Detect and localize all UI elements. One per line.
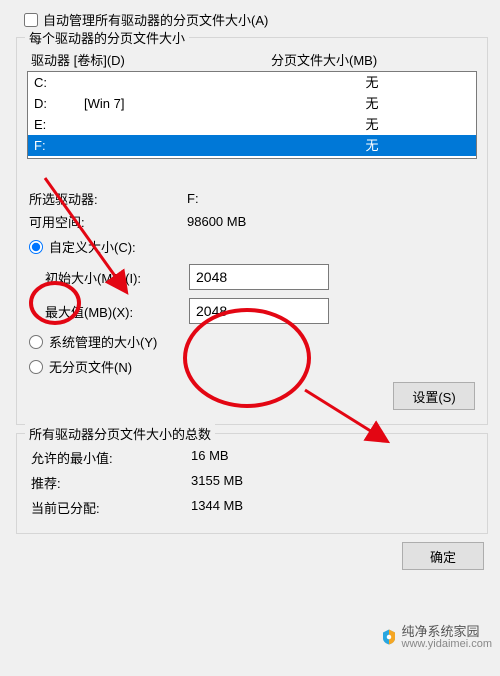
custom-size-label[interactable]: 自定义大小(C):: [49, 237, 136, 256]
totals-group-title: 所有驱动器分页文件大小的总数: [25, 424, 215, 443]
drive-pagefile-size: 无: [274, 115, 470, 134]
no-paging-radio[interactable]: [29, 360, 43, 374]
recommended-row: 推荐: 3155 MB: [27, 473, 477, 492]
no-paging-row[interactable]: 无分页文件(N): [29, 357, 477, 376]
totals-group: 所有驱动器分页文件大小的总数 允许的最小值: 16 MB 推荐: 3155 MB…: [16, 433, 488, 534]
min-allowed-label: 允许的最小值:: [31, 448, 191, 467]
auto-manage-row[interactable]: 自动管理所有驱动器的分页文件大小(A): [24, 10, 494, 29]
drive-volume-label: [Win 7]: [84, 94, 274, 113]
max-size-label: 最大值(MB)(X):: [29, 302, 189, 321]
custom-size-row[interactable]: 自定义大小(C):: [29, 237, 477, 256]
system-managed-radio[interactable]: [29, 335, 43, 349]
ok-button[interactable]: 确定: [402, 542, 484, 570]
min-allowed-value: 16 MB: [191, 448, 477, 467]
system-managed-label[interactable]: 系统管理的大小(Y): [49, 332, 157, 351]
selected-drive-value: F:: [187, 191, 477, 206]
drive-letter: E:: [34, 115, 84, 134]
drive-pagefile-size: 无: [274, 94, 470, 113]
watermark: 纯净系统家园 www.yidaimei.com: [376, 623, 496, 652]
recommended-label: 推荐:: [31, 473, 191, 492]
allocated-label: 当前已分配:: [31, 498, 191, 517]
drive-pagefile-size: 无: [274, 73, 470, 92]
initial-size-row: 初始大小(MB)(I):: [29, 264, 477, 290]
selected-drive-row: 所选驱动器: F:: [27, 189, 477, 208]
drive-header-pf: 分页文件大小(MB): [271, 50, 473, 69]
allocated-value: 1344 MB: [191, 498, 477, 517]
selected-drive-label: 所选驱动器:: [27, 189, 187, 208]
initial-size-label: 初始大小(MB)(I):: [29, 268, 189, 287]
drive-row[interactable]: C: 无: [28, 72, 476, 93]
system-managed-row[interactable]: 系统管理的大小(Y): [29, 332, 477, 351]
drive-row[interactable]: F: 无: [28, 135, 476, 156]
button-bar: 确定: [10, 542, 484, 570]
drive-pagefile-size: 无: [274, 136, 470, 155]
no-paging-label[interactable]: 无分页文件(N): [49, 357, 132, 376]
set-button[interactable]: 设置(S): [393, 382, 475, 410]
drive-list[interactable]: C:无D:[Win 7]无E:无F:无: [27, 71, 477, 159]
max-size-row: 最大值(MB)(X):: [29, 298, 477, 324]
allocated-row: 当前已分配: 1344 MB: [27, 498, 477, 517]
custom-size-radio[interactable]: [29, 240, 43, 254]
drive-header-drive: 驱动器 [卷标](D): [31, 50, 271, 69]
recommended-value: 3155 MB: [191, 473, 477, 492]
watermark-url: www.yidaimei.com: [402, 639, 492, 650]
initial-size-input[interactable]: [189, 264, 329, 290]
virtual-memory-dialog: 自动管理所有驱动器的分页文件大小(A) 每个驱动器的分页文件大小 驱动器 [卷标…: [0, 0, 500, 676]
per-drive-group-title: 每个驱动器的分页文件大小: [25, 28, 189, 47]
drive-list-header: 驱动器 [卷标](D) 分页文件大小(MB): [27, 50, 477, 69]
min-allowed-row: 允许的最小值: 16 MB: [27, 448, 477, 467]
auto-manage-label[interactable]: 自动管理所有驱动器的分页文件大小(A): [43, 10, 268, 29]
watermark-name: 纯净系统家园: [402, 625, 480, 639]
auto-manage-checkbox[interactable]: [24, 13, 38, 27]
drive-row[interactable]: E: 无: [28, 114, 476, 135]
drive-letter: C:: [34, 73, 84, 92]
available-space-label: 可用空间:: [27, 212, 187, 231]
max-size-input[interactable]: [189, 298, 329, 324]
per-drive-group: 每个驱动器的分页文件大小 驱动器 [卷标](D) 分页文件大小(MB) C:无D…: [16, 37, 488, 425]
drive-letter: F:: [34, 136, 84, 155]
available-space-row: 可用空间: 98600 MB: [27, 212, 477, 231]
drive-letter: D:: [34, 94, 84, 113]
available-space-value: 98600 MB: [187, 214, 477, 229]
drive-row[interactable]: D:[Win 7]无: [28, 93, 476, 114]
logo-icon: [380, 628, 398, 646]
